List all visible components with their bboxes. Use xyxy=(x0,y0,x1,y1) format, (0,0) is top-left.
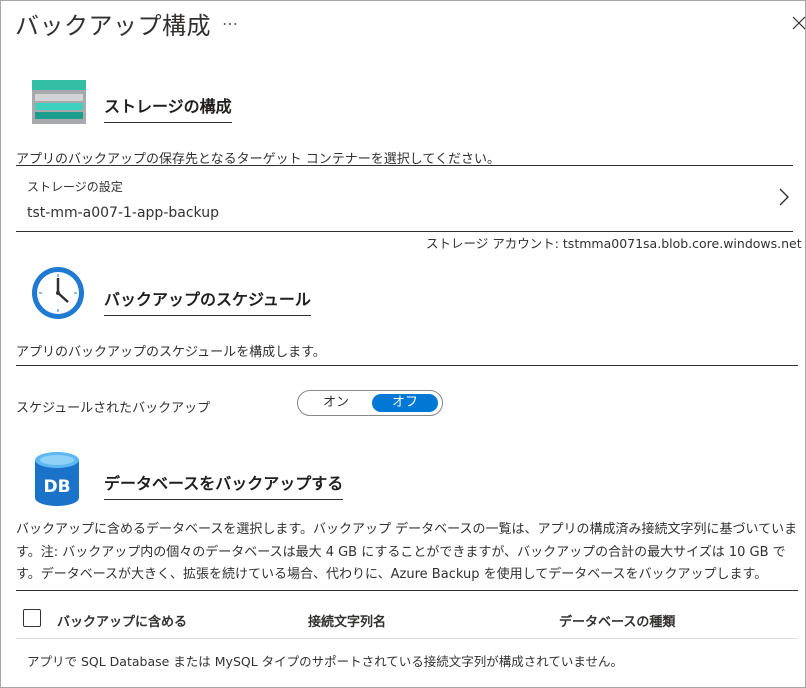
database-paragraph-line-3: す。データベースが大きく、拡張を続けている場合、代わりに、Azure Backu… xyxy=(16,567,768,582)
column-header-connection-string: 接続文字列名 xyxy=(308,615,387,630)
scheduled-backup-toggle[interactable]: オン オフ xyxy=(297,390,443,416)
storage-account-text: ストレージ アカウント: tstmma0071sa.blob.core.wind… xyxy=(426,236,802,251)
column-header-include: バックアップに含める xyxy=(57,615,188,630)
divider xyxy=(16,365,798,366)
toggle-on-option[interactable]: オン xyxy=(302,394,370,412)
storage-icon xyxy=(32,80,86,124)
storage-setting-value: tst-mm-a007-1-app-backup xyxy=(27,205,219,221)
database-icon: DB xyxy=(35,452,79,506)
more-options-button[interactable]: … xyxy=(222,10,239,29)
page-title: バックアップ構成 xyxy=(15,12,211,40)
divider xyxy=(16,165,793,166)
column-header-database-type: データベースの種類 xyxy=(559,615,676,630)
database-paragraph-line-2: す。注: バックアップ内の個々のデータベースは最大 4 GB にすることができま… xyxy=(16,545,786,560)
scheduled-backup-label: スケジュールされたバックアップ xyxy=(16,401,211,416)
close-icon[interactable] xyxy=(792,16,806,30)
empty-table-message: アプリで SQL Database または MySQL タイプのサポートされてい… xyxy=(27,654,624,669)
storage-setting-label: ストレージの設定 xyxy=(27,180,123,194)
storage-section-title: ストレージの構成 xyxy=(104,93,232,123)
schedule-description: アプリのバックアップのスケジュールを構成します。 xyxy=(16,345,326,360)
table-top-border xyxy=(16,590,798,591)
toggle-off-option[interactable]: オフ xyxy=(372,394,438,412)
include-all-checkbox[interactable] xyxy=(23,609,41,627)
table-header-divider xyxy=(16,638,798,639)
storage-setting-row[interactable]: ストレージの設定 tst-mm-a007-1-app-backup xyxy=(16,168,793,230)
clock-icon xyxy=(32,267,84,319)
chevron-right-icon xyxy=(779,188,789,206)
divider xyxy=(16,231,793,232)
database-section-title: データベースをバックアップする xyxy=(104,470,344,500)
svg-text:DB: DB xyxy=(43,477,70,497)
schedule-section-title: バックアップのスケジュール xyxy=(104,286,311,316)
database-paragraph-line-1: バックアップに含めるデータベースを選択します。バックアップ データベースの一覧は… xyxy=(16,522,798,537)
